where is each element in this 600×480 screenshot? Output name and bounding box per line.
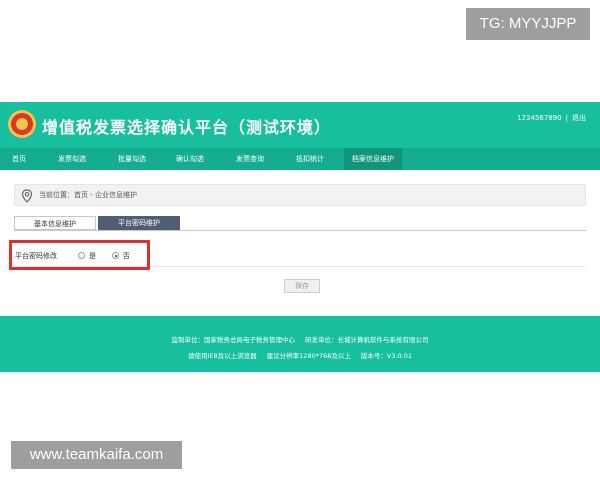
footer-browser: 请使用IE8及以上浏览器 [188, 352, 257, 360]
footer-resolution: 建议分辨率1280*768及以上 [266, 352, 351, 360]
tax-emblem-icon [8, 110, 36, 138]
app-title: 增值税发票选择确认平台（测试环境） [42, 118, 332, 137]
nav-item-invoice-select[interactable]: 发票勾选 [58, 148, 86, 170]
nav-item-home[interactable]: 首页 [12, 148, 26, 170]
tg-badge: TG: MYYJJPP [466, 8, 590, 40]
nav-item-confirm-select[interactable]: 确认勾选 [176, 148, 204, 170]
tab-platform-password[interactable]: 平台密码维护 [98, 216, 180, 230]
footer-supervisor: 监制单位：国家税务总局电子税务管理中心 [171, 336, 296, 344]
main-nav: 首页 发票勾选 批量勾选 确认勾选 发票查询 抵扣统计 档案信息维护 [0, 148, 600, 170]
highlight-box [9, 240, 150, 270]
location-pin-icon [21, 189, 33, 203]
tab-basic-info[interactable]: 基本信息维护 [14, 216, 96, 230]
nav-item-archive-maintenance[interactable]: 档案信息维护 [344, 148, 402, 170]
user-separator: | [565, 114, 568, 122]
breadcrumb-text: 当前位置：首页 - 企业信息维护 [39, 191, 137, 199]
save-button[interactable]: 保存 [284, 279, 320, 293]
app-header: 增值税发票选择确认平台（测试环境） 1234567890 | 退出 [0, 102, 600, 148]
user-id: 1234567890 [517, 114, 562, 122]
footer-developer: 研发单位：长城计算机软件与系统有限公司 [305, 336, 429, 344]
nav-item-deduction-stats[interactable]: 抵扣统计 [296, 148, 324, 170]
logout-link[interactable]: 退出 [572, 114, 586, 122]
tab-divider [14, 230, 586, 231]
footer-line-1: 监制单位：国家税务总局电子税务管理中心 研发单位：长城计算机软件与系统有限公司 [0, 334, 600, 344]
breadcrumb: 当前位置：首页 - 企业信息维护 [14, 184, 586, 206]
site-watermark: www.teamkaifa.com [11, 441, 182, 469]
user-area: 1234567890 | 退出 [517, 113, 586, 123]
footer-version: 版本号：V3.0.01 [360, 352, 412, 360]
nav-item-invoice-query[interactable]: 发票查询 [236, 148, 264, 170]
page-footer: 监制单位：国家税务总局电子税务管理中心 研发单位：长城计算机软件与系统有限公司 请… [0, 316, 600, 372]
footer-line-2: 请使用IE8及以上浏览器 建议分辨率1280*768及以上 版本号：V3.0.01 [0, 350, 600, 360]
nav-item-batch-select[interactable]: 批量勾选 [118, 148, 146, 170]
